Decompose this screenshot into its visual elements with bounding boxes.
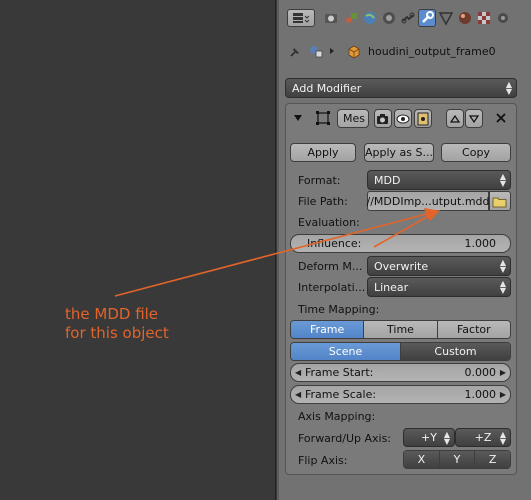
annotation-arrows: [114, 207, 441, 297]
annotation-arrow-short: [373, 213, 433, 248]
annotation-arrow-long: [114, 212, 431, 297]
annotation-arrowhead-short: [424, 209, 441, 222]
